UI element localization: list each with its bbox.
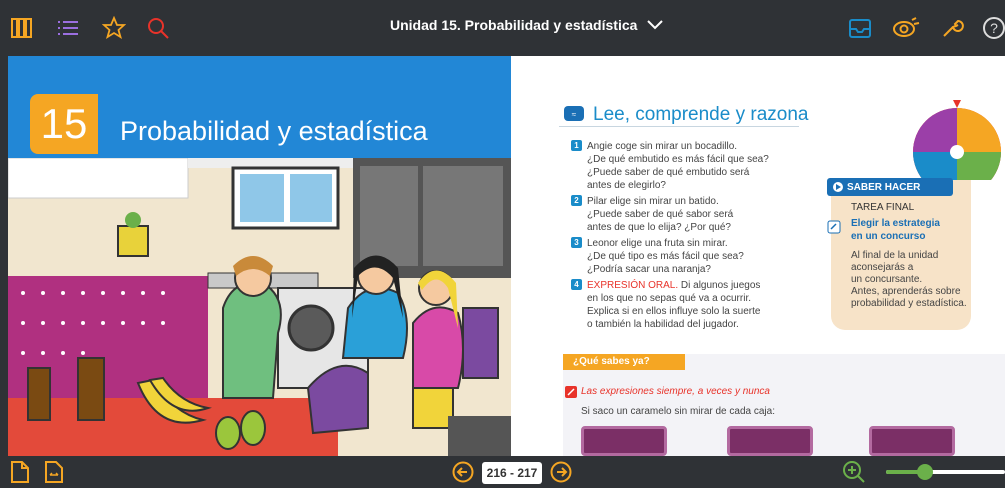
unit-selector[interactable]: Unidad 15. Probabilidad y estadística — [390, 17, 664, 33]
help-label: ? — [990, 20, 998, 36]
page-title: Unidad 15. Probabilidad y estadística — [390, 17, 638, 33]
next-page-icon[interactable] — [550, 461, 572, 483]
page-indicator[interactable]: 216 - 217 — [482, 462, 542, 484]
link-icon — [827, 220, 841, 234]
question-line: Pilar elige sin mirar un batido. — [587, 196, 719, 207]
zoom-slider-handle[interactable] — [917, 464, 933, 480]
saber-hacer-title: SABER HACER — [847, 181, 921, 193]
library-icon[interactable] — [8, 14, 36, 42]
saber-hacer-text: Al final de la unidad aconsejarás a un c… — [851, 250, 967, 310]
inbox-icon[interactable] — [846, 14, 874, 42]
top-toolbar: Unidad 15. Probabilidad y estadística ? — [0, 0, 1005, 56]
question-number: 2 — [571, 195, 582, 206]
left-page: 15 Probabilidad y estadística — [8, 56, 511, 456]
card-line: probabilidad y estadística. — [851, 298, 967, 309]
question-line: antes de elegirlo? — [587, 180, 666, 191]
help-icon[interactable]: ? — [980, 14, 1005, 42]
question-line: Leonor elige una fruta sin mirar. — [587, 238, 728, 249]
fit-page-icon[interactable] — [44, 461, 64, 483]
question-line: ¿Puede saber de qué sabor será — [587, 209, 734, 220]
candy-box — [869, 426, 955, 456]
chevron-down-icon — [647, 20, 664, 30]
divider — [559, 126, 799, 127]
question-3: 3 Leonor elige una fruta sin mirar. ¿De … — [571, 237, 797, 276]
question-number: 3 — [571, 237, 582, 248]
strategy-subtitle: en un concurso — [851, 231, 926, 242]
zoom-in-icon[interactable] — [842, 460, 866, 484]
prev-page-icon[interactable] — [452, 461, 474, 483]
unit-title: Probabilidad y estadística — [120, 116, 428, 146]
card-line: Al final de la unidad — [851, 250, 939, 261]
right-page: ≈ Lee, comprende y razona 1 Angie coge s… — [511, 56, 1005, 456]
question-line: en los que no sepas qué va a ocurrir. — [587, 293, 751, 304]
svg-text:≈: ≈ — [572, 110, 577, 119]
card-line: aconsejarás a — [851, 262, 914, 273]
saber-hacer-header: SABER HACER — [827, 178, 953, 196]
book-viewer[interactable]: 15 Probabilidad y estadística ≈ Lee, com… — [8, 56, 1005, 456]
list-icon[interactable] — [54, 14, 82, 42]
que-sabes-subtitle: Las expresiones siempre, a veces y nunca — [581, 386, 770, 397]
pencil-icon — [565, 386, 577, 398]
question-number: 4 — [571, 279, 582, 290]
single-page-icon[interactable] — [10, 461, 30, 483]
wrench-icon[interactable] — [938, 14, 966, 42]
candy-box — [727, 426, 813, 456]
question-line: ¿Puede saber de qué embutido será — [587, 167, 750, 178]
candy-box — [581, 426, 667, 456]
question-number: 1 — [571, 140, 582, 151]
que-sabes-text: Si saco un caramelo sin mirar de cada ca… — [581, 406, 775, 417]
question-line: Angie coge sin mirar un bocadillo. — [587, 141, 738, 152]
search-icon[interactable] — [144, 14, 172, 42]
arrow-circle-icon — [833, 182, 843, 192]
question-4: 4 EXPRESIÓN ORAL. Di algunos juegos en l… — [571, 279, 797, 331]
prize-wheel-image — [913, 100, 1001, 180]
section-title: Lee, comprende y razona — [593, 104, 809, 125]
question-line: antes de que lo elija? ¿Por qué? — [587, 222, 731, 233]
oral-expression-label: EXPRESIÓN ORAL. — [587, 280, 679, 291]
question-line: ¿De qué tipo es más fácil que sea? — [587, 251, 744, 262]
section-header: ≈ Lee, comprende y razona — [563, 104, 808, 126]
unit-number: 15 — [30, 94, 98, 154]
star-icon[interactable] — [100, 14, 128, 42]
que-sabes-ya-tag: ¿Qué sabes ya? — [563, 354, 685, 370]
card-line: Antes, aprenderás sobre — [851, 286, 961, 297]
tarea-final-label: TAREA FINAL — [851, 202, 915, 213]
question-2: 2 Pilar elige sin mirar un batido. ¿Pued… — [571, 195, 797, 234]
question-line: ¿De qué embutido es más fácil que sea? — [587, 154, 769, 165]
kitchen-illustration — [8, 158, 511, 456]
question-line: Di algunos juegos — [680, 280, 761, 291]
card-line: un concursante. — [851, 274, 923, 285]
strategy-title: Elegir la estrategia — [851, 218, 940, 229]
question-line: Explica si en ellos influye solo la suer… — [587, 306, 761, 317]
question-1: 1 Angie coge sin mirar un bocadillo. ¿De… — [571, 140, 797, 192]
question-line: ¿Podría sacar una naranja? — [587, 264, 711, 275]
question-line: o también la habilidad del jugador. — [587, 319, 739, 330]
eye-icon[interactable] — [892, 14, 920, 42]
saber-hacer-card: SABER HACER TAREA FINAL Elegir la estrat… — [827, 178, 971, 330]
speech-bubble-icon: ≈ — [564, 106, 584, 121]
